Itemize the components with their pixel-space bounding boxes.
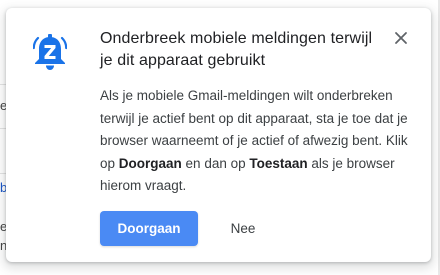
bell-z-icon <box>33 34 67 70</box>
dialog-description: Als je mobiele Gmail-meldingen wilt onde… <box>100 85 420 198</box>
continue-button[interactable]: Doorgaan <box>100 211 198 246</box>
no-button[interactable]: Nee <box>218 211 268 246</box>
description-text: en dan op <box>181 155 250 171</box>
notification-dialog: Onderbreek mobiele meldingen terwijl je … <box>6 8 431 262</box>
description-bold-continue: Doorgaan <box>118 155 182 171</box>
dialog-title: Onderbreek mobiele meldingen terwijl je … <box>100 30 373 69</box>
close-icon[interactable] <box>391 28 411 48</box>
description-bold-allow: Toestaan <box>249 155 308 171</box>
